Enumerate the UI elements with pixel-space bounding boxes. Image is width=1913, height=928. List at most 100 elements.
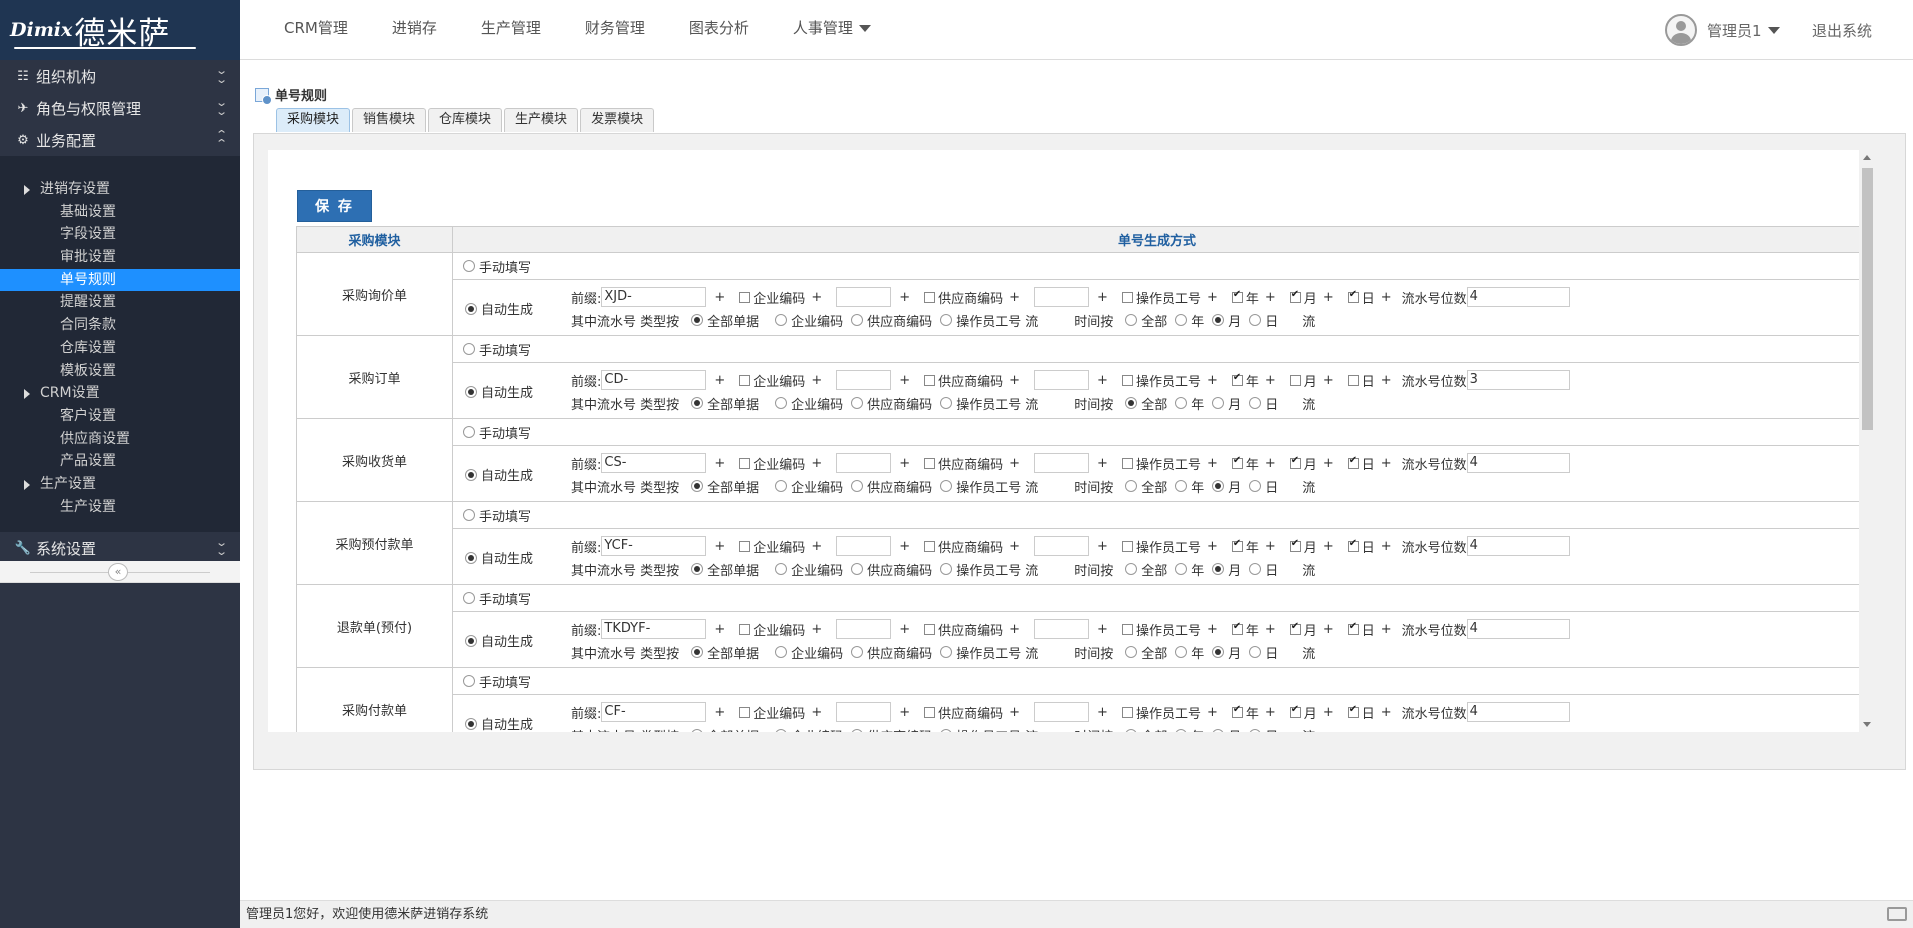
checkbox[interactable] bbox=[1231, 289, 1243, 303]
radio-button[interactable] bbox=[775, 397, 788, 409]
radio-button[interactable] bbox=[1125, 563, 1138, 575]
checkbox[interactable] bbox=[924, 540, 936, 552]
radio-button[interactable] bbox=[851, 480, 864, 492]
manual-option[interactable]: 手动填写 bbox=[453, 502, 1861, 529]
radio-button[interactable] bbox=[465, 551, 477, 564]
checkbox[interactable] bbox=[1289, 374, 1301, 386]
manual-option[interactable]: 手动填写 bbox=[453, 585, 1861, 612]
prefix-input[interactable]: TKDYF- bbox=[601, 619, 707, 639]
prefix-input[interactable]: CS- bbox=[601, 453, 707, 473]
sidebar-item-basic[interactable]: 基础设置 bbox=[0, 201, 240, 224]
sidebar-item-products[interactable]: 产品设置 bbox=[0, 450, 240, 473]
checkbox[interactable] bbox=[924, 457, 936, 469]
user-menu[interactable]: 管理员1 bbox=[1665, 14, 1780, 46]
radio-button[interactable] bbox=[1212, 314, 1225, 326]
radio-button[interactable] bbox=[775, 729, 788, 732]
supplier-code-input[interactable] bbox=[1034, 370, 1090, 390]
auto-choice[interactable]: 自动生成 bbox=[465, 465, 533, 484]
company-code-input[interactable] bbox=[836, 702, 892, 722]
radio-button[interactable] bbox=[940, 397, 953, 409]
radio-button[interactable] bbox=[851, 646, 864, 658]
sidebar-item-warehouse[interactable]: 仓库设置 bbox=[0, 337, 240, 360]
manual-option[interactable]: 手动填写 bbox=[453, 668, 1861, 695]
checkbox[interactable] bbox=[1231, 538, 1243, 552]
supplier-code-input[interactable] bbox=[1034, 619, 1090, 639]
radio-button[interactable] bbox=[1212, 480, 1225, 492]
checkbox[interactable] bbox=[739, 540, 751, 552]
radio-button[interactable] bbox=[851, 563, 864, 575]
radio-button[interactable] bbox=[1249, 729, 1262, 732]
radio-button[interactable] bbox=[940, 646, 953, 658]
radio-button[interactable] bbox=[775, 480, 788, 492]
auto-choice[interactable]: 自动生成 bbox=[465, 382, 533, 401]
checkbox[interactable] bbox=[924, 623, 936, 635]
company-code-input[interactable] bbox=[836, 453, 892, 473]
checkbox[interactable] bbox=[1347, 538, 1359, 552]
manual-option[interactable]: 手动填写 bbox=[453, 419, 1861, 446]
prefix-input[interactable]: XJD- bbox=[601, 287, 707, 307]
radio-button[interactable] bbox=[465, 717, 477, 730]
company-code-input[interactable] bbox=[836, 536, 892, 556]
radio-button[interactable] bbox=[940, 480, 953, 492]
radio-button[interactable] bbox=[1175, 646, 1188, 658]
prefix-input[interactable]: CD- bbox=[601, 370, 707, 390]
checkbox[interactable] bbox=[1347, 455, 1359, 469]
checkbox[interactable] bbox=[1231, 455, 1243, 469]
sidebar-group-business[interactable]: ⚙ 业务配置 ⌃ ⌃ bbox=[0, 124, 240, 156]
radio-button[interactable] bbox=[1125, 314, 1138, 326]
sidebar-item-number-rules[interactable]: 单号规则 bbox=[0, 268, 240, 292]
checkbox[interactable] bbox=[739, 291, 751, 303]
sidebar-item-approval[interactable]: 审批设置 bbox=[0, 246, 240, 269]
tab-warehouse[interactable]: 仓库模块 bbox=[428, 108, 503, 132]
checkbox[interactable] bbox=[1347, 289, 1359, 303]
checkbox[interactable] bbox=[924, 374, 936, 386]
radio-button[interactable] bbox=[1175, 480, 1188, 492]
scroll-up-icon[interactable] bbox=[1863, 155, 1871, 160]
checkbox[interactable] bbox=[1347, 621, 1359, 635]
supplier-code-input[interactable] bbox=[1034, 702, 1090, 722]
radio-button[interactable] bbox=[691, 563, 704, 575]
sidebar-item-inventory-settings[interactable]: 进销存设置 bbox=[0, 178, 240, 201]
radio-button[interactable] bbox=[691, 646, 704, 658]
radio-button[interactable] bbox=[940, 314, 953, 326]
radio-button[interactable] bbox=[691, 314, 704, 326]
radio-button[interactable] bbox=[465, 634, 477, 647]
radio-button[interactable] bbox=[851, 729, 864, 732]
radio-button[interactable] bbox=[463, 260, 475, 272]
scroll-thumb[interactable] bbox=[1862, 168, 1873, 430]
vertical-scrollbar[interactable] bbox=[1859, 150, 1875, 732]
checkbox[interactable] bbox=[739, 623, 751, 635]
company-code-input[interactable] bbox=[836, 287, 892, 307]
checkbox[interactable] bbox=[1121, 706, 1133, 718]
radio-button[interactable] bbox=[1212, 646, 1225, 658]
radio-button[interactable] bbox=[1125, 729, 1138, 732]
nav-hr[interactable]: 人事管理 bbox=[793, 17, 871, 38]
radio-button[interactable] bbox=[1249, 397, 1262, 409]
tab-invoice[interactable]: 发票模块 bbox=[580, 108, 655, 132]
supplier-code-input[interactable] bbox=[1034, 536, 1090, 556]
serial-digits-input[interactable]: 4 bbox=[1466, 619, 1570, 639]
company-code-input[interactable] bbox=[836, 619, 892, 639]
checkbox[interactable] bbox=[1231, 372, 1243, 386]
fullscreen-icon[interactable] bbox=[1887, 907, 1907, 921]
radio-button[interactable] bbox=[691, 729, 704, 732]
radio-button[interactable] bbox=[1175, 397, 1188, 409]
nav-finance[interactable]: 财务管理 bbox=[585, 17, 645, 38]
checkbox[interactable] bbox=[1289, 538, 1301, 552]
radio-button[interactable] bbox=[851, 314, 864, 326]
radio-button[interactable] bbox=[1249, 480, 1262, 492]
nav-production[interactable]: 生产管理 bbox=[481, 17, 541, 38]
checkbox[interactable] bbox=[1231, 621, 1243, 635]
auto-choice[interactable]: 自动生成 bbox=[465, 631, 533, 650]
manual-option[interactable]: 手动填写 bbox=[453, 336, 1861, 363]
sidebar-item-reminders[interactable]: 提醒设置 bbox=[0, 291, 240, 314]
company-code-input[interactable] bbox=[836, 370, 892, 390]
radio-button[interactable] bbox=[463, 426, 475, 438]
checkbox[interactable] bbox=[739, 706, 751, 718]
checkbox[interactable] bbox=[1231, 704, 1243, 718]
radio-button[interactable] bbox=[1125, 397, 1138, 409]
nav-crm[interactable]: CRM管理 bbox=[284, 17, 348, 38]
sidebar-item-production-settings[interactable]: 生产设置 bbox=[0, 496, 240, 519]
radio-button[interactable] bbox=[1249, 314, 1262, 326]
radio-button[interactable] bbox=[463, 343, 475, 355]
